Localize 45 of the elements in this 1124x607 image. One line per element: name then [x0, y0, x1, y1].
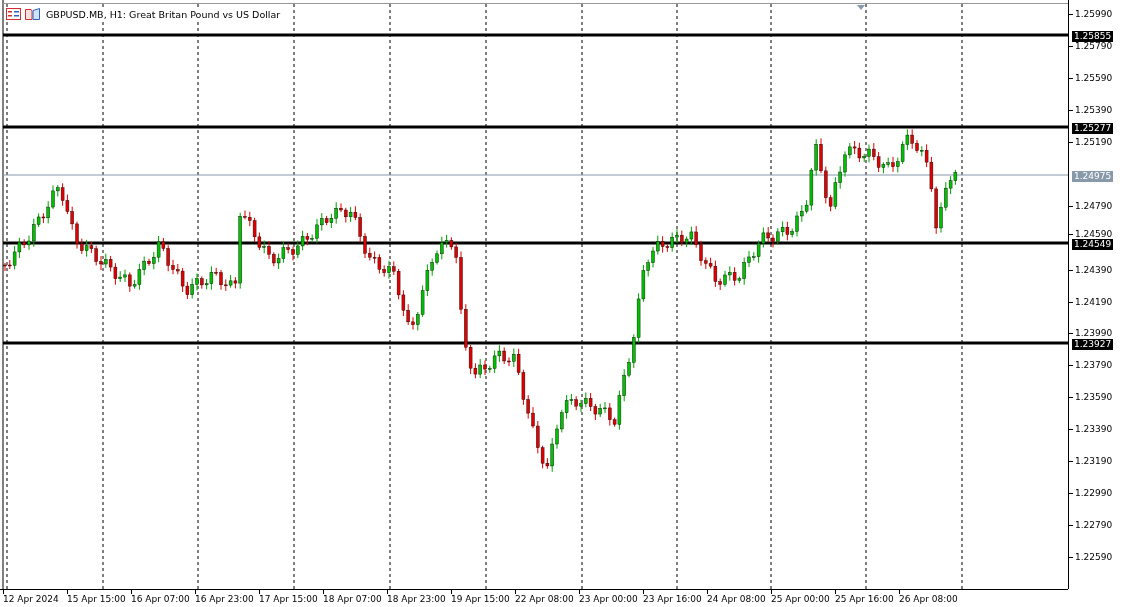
price-label: 1.24790 — [1069, 200, 1113, 212]
horizontal-line[interactable] — [3, 341, 1068, 345]
time-label: 16 Apr 07:00 — [131, 593, 190, 605]
price-label: 1.23390 — [1069, 423, 1113, 435]
price-label: 1.25790 — [1069, 40, 1113, 52]
price-label: 1.25590 — [1069, 72, 1113, 84]
time-label: 16 Apr 23:00 — [195, 593, 254, 605]
level-price-tag: 1.25855 — [1072, 31, 1114, 42]
time-label: 23 Apr 16:00 — [643, 593, 702, 605]
bid-price-tag: 1.24975 — [1072, 171, 1114, 182]
price-label: 1.24390 — [1069, 264, 1113, 276]
price-label: 1.23590 — [1069, 391, 1113, 403]
time-label: 17 Apr 15:00 — [259, 593, 318, 605]
chart-window-icon[interactable] — [25, 8, 40, 20]
price-label: 1.22790 — [1069, 519, 1113, 531]
time-label: 26 Apr 08:00 — [899, 593, 958, 605]
price-label: 1.24190 — [1069, 296, 1113, 308]
time-label: 18 Apr 07:00 — [323, 593, 382, 605]
time-label: 23 Apr 00:00 — [579, 593, 638, 605]
horizontal-line[interactable] — [3, 33, 1068, 37]
time-label: 25 Apr 00:00 — [771, 593, 830, 605]
list-icon[interactable] — [6, 8, 21, 20]
time-label: 12 Apr 2024 — [3, 593, 59, 605]
time-label: 22 Apr 08:00 — [515, 593, 574, 605]
level-price-tag: 1.23927 — [1072, 339, 1114, 350]
horizontal-line[interactable] — [3, 241, 1068, 245]
horizontal-line[interactable] — [3, 125, 1068, 129]
time-label: 18 Apr 23:00 — [387, 593, 446, 605]
shift-marker-icon[interactable] — [857, 5, 865, 10]
price-label: 1.23790 — [1069, 359, 1113, 371]
time-label: 15 Apr 15:00 — [67, 593, 126, 605]
price-label: 1.24590 — [1069, 228, 1113, 240]
price-label: 1.25390 — [1069, 104, 1113, 116]
time-label: 19 Apr 15:00 — [451, 593, 510, 605]
time-label: 25 Apr 16:00 — [835, 593, 894, 605]
chart-title: GBPUSD.MB, H1: Great Britan Pound vs US Dollar — [46, 8, 281, 20]
price-label: 1.22590 — [1069, 551, 1113, 563]
time-label: 24 Apr 08:00 — [707, 593, 766, 605]
price-label: 1.23990 — [1069, 327, 1113, 339]
price-label: 1.22990 — [1069, 487, 1113, 499]
price-label: 1.25190 — [1069, 136, 1113, 148]
level-price-tag: 1.25277 — [1072, 123, 1114, 134]
price-label: 1.25990 — [1069, 8, 1113, 20]
price-label: 1.23190 — [1069, 455, 1113, 467]
level-price-tag: 1.24549 — [1072, 239, 1114, 250]
